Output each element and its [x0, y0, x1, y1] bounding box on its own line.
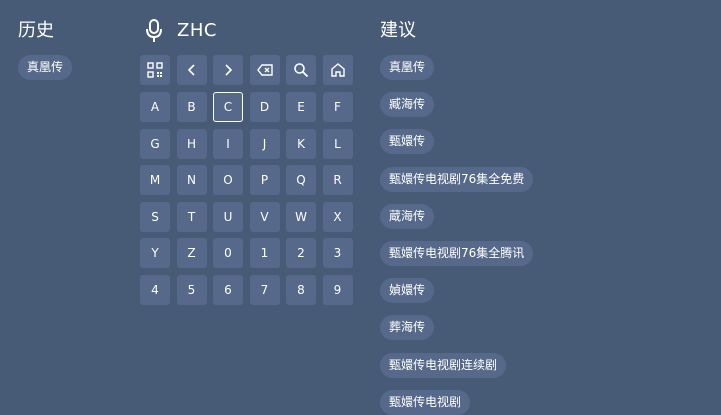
suggestion-item[interactable]: 真凰传 — [380, 55, 435, 80]
chevron-right-icon — [225, 64, 233, 76]
search-query-text: ZHC — [177, 20, 217, 41]
key-j[interactable]: J — [249, 128, 280, 159]
key-m[interactable]: M — [140, 165, 170, 195]
microphone-icon[interactable] — [145, 18, 163, 44]
search-icon — [294, 63, 309, 78]
key-u[interactable]: U — [213, 201, 243, 232]
suggestion-item[interactable]: 甄嬛传 — [380, 129, 435, 155]
home-icon — [330, 63, 345, 77]
key-i[interactable]: I — [213, 128, 243, 159]
suggestion-item[interactable]: 媜嬛传 — [380, 278, 435, 304]
suggestion-item[interactable]: 甄嬛传电视剧连续剧 — [380, 352, 507, 378]
suggestion-item[interactable]: 甄嬛传电视剧76集全腾讯 — [380, 241, 534, 266]
key-t[interactable]: T — [176, 201, 207, 232]
key-8[interactable]: 8 — [286, 274, 316, 305]
key-n[interactable]: N — [176, 165, 207, 195]
suggestion-item[interactable]: 甄嬛传电视剧 — [380, 389, 471, 415]
key-g[interactable]: G — [140, 128, 170, 159]
backspace-button[interactable] — [249, 55, 280, 85]
key-d[interactable]: D — [249, 92, 280, 122]
key-z[interactable]: Z — [176, 238, 207, 268]
key-f[interactable]: F — [322, 92, 353, 122]
key-v[interactable]: V — [249, 201, 280, 232]
key-k[interactable]: K — [286, 128, 316, 159]
suggestion-item[interactable]: 甄嬛传电视剧76集全免费 — [380, 166, 534, 192]
history-title: 历史 — [18, 20, 54, 41]
suggestion-item[interactable]: 臧海传 — [380, 92, 435, 118]
key-6[interactable]: 6 — [213, 274, 243, 305]
suggestion-item[interactable]: 葬海传 — [380, 315, 435, 341]
search-query-bar: ZHC — [140, 18, 360, 44]
key-0[interactable]: 0 — [213, 238, 243, 268]
key-3[interactable]: 3 — [322, 238, 353, 268]
key-1[interactable]: 1 — [249, 238, 280, 268]
key-r[interactable]: R — [322, 165, 353, 195]
key-x[interactable]: X — [322, 201, 353, 232]
key-a[interactable]: A — [140, 92, 170, 122]
key-h[interactable]: H — [176, 128, 207, 159]
cursor-right-button[interactable] — [213, 55, 243, 85]
key-2[interactable]: 2 — [286, 238, 316, 268]
qr-code-icon — [147, 62, 163, 78]
key-9[interactable]: 9 — [322, 274, 353, 305]
suggestion-item[interactable]: 蔵海传 — [380, 203, 435, 229]
search-button[interactable] — [286, 55, 316, 85]
qr-code-button[interactable] — [140, 55, 170, 85]
backspace-icon — [256, 64, 273, 76]
key-5[interactable]: 5 — [176, 274, 207, 305]
suggestions-title: 建议 — [380, 20, 416, 41]
key-y[interactable]: Y — [140, 238, 170, 268]
key-q[interactable]: Q — [286, 165, 316, 195]
key-s[interactable]: S — [140, 201, 170, 232]
key-c[interactable]: C — [213, 92, 243, 122]
chevron-left-icon — [187, 64, 195, 76]
key-l[interactable]: L — [322, 128, 353, 159]
key-p[interactable]: P — [249, 165, 280, 195]
key-w[interactable]: W — [286, 201, 316, 232]
key-4[interactable]: 4 — [140, 274, 170, 305]
key-e[interactable]: E — [286, 92, 316, 122]
cursor-left-button[interactable] — [176, 55, 207, 85]
home-button[interactable] — [322, 55, 353, 85]
key-b[interactable]: B — [176, 92, 207, 122]
key-7[interactable]: 7 — [249, 274, 280, 305]
key-o[interactable]: O — [213, 165, 243, 195]
history-item[interactable]: 真凰传 — [18, 55, 73, 80]
